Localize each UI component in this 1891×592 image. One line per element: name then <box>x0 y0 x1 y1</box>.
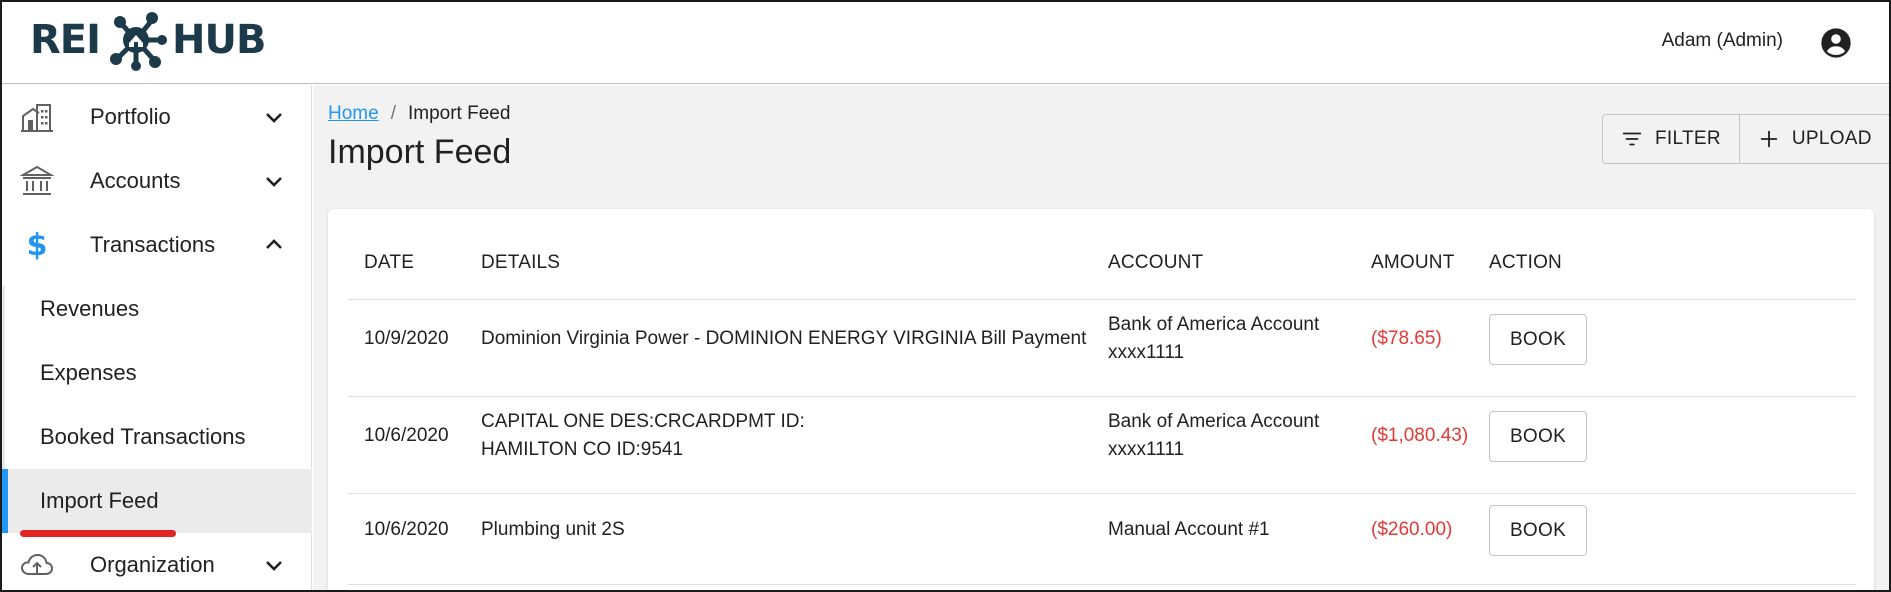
filter-button[interactable]: FILTER <box>1603 115 1739 163</box>
breadcrumb-separator: / <box>390 103 396 124</box>
book-button[interactable]: BOOK <box>1489 314 1587 365</box>
sidebar-subitem-import-feed[interactable]: Import Feed <box>2 469 312 533</box>
cell-details-line2: HAMILTON CO ID:9541 <box>481 439 684 460</box>
cell-date: 10/6/2020 <box>364 425 449 446</box>
cell-amount: ($260.00) <box>1371 519 1453 540</box>
top-bar: REI HUB Adam (Admin) <box>2 2 1889 84</box>
breadcrumb-current: Import Feed <box>407 103 511 124</box>
account-circle-icon[interactable] <box>1820 27 1852 59</box>
chevron-down-icon <box>266 177 282 187</box>
upload-button[interactable]: UPLOAD <box>1738 115 1889 163</box>
column-header-amount[interactable]: AMOUNT <box>1371 252 1455 274</box>
logo-text-left: REI <box>30 17 101 63</box>
sidebar-item-transactions[interactable]: $ Transactions <box>2 213 312 277</box>
toolbar-button-group: FILTER UPLOAD <box>1602 114 1889 164</box>
cell-date: 10/9/2020 <box>364 328 449 349</box>
sidebar-item-accounts[interactable]: Accounts <box>2 149 312 213</box>
filter-button-label: FILTER <box>1655 128 1721 149</box>
bank-icon <box>20 165 54 195</box>
cell-details: CAPITAL ONE DES:CRCARDPMT ID: <box>481 411 805 432</box>
column-header-account[interactable]: ACCOUNT <box>1108 252 1203 274</box>
sidebar-item-organization[interactable]: Organization <box>2 533 312 590</box>
network-house-icon <box>110 12 168 71</box>
user-name[interactable]: Adam (Admin) <box>1662 30 1783 52</box>
row-divider <box>348 584 1856 585</box>
app-frame: REI HUB Adam (Admin) Portfolio Accounts … <box>0 0 1891 592</box>
sidebar-item-label: Organization <box>90 552 215 577</box>
plus-icon <box>1760 130 1778 148</box>
sidebar-subitem-booked-transactions[interactable]: Booked Transactions <box>2 405 312 469</box>
svg-text:$: $ <box>27 228 48 262</box>
logo[interactable]: REI HUB <box>30 8 266 72</box>
cell-account: Bank of America Account <box>1108 314 1320 335</box>
row-divider <box>348 299 1856 300</box>
dollar-icon: $ <box>27 228 48 262</box>
row-divider <box>348 493 1856 494</box>
sidebar: Portfolio Accounts $ Transactions Revenu… <box>2 85 312 590</box>
cell-account-number: xxxx1111 <box>1108 439 1185 460</box>
page-title: Import Feed <box>328 133 512 171</box>
sidebar-subitem-label: Import Feed <box>40 488 159 513</box>
import-feed-table: DATE DETAILS ACCOUNT AMOUNT ACTION 10/9/… <box>328 209 1874 590</box>
sidebar-subitem-label: Revenues <box>40 296 140 321</box>
book-button[interactable]: BOOK <box>1489 505 1587 556</box>
column-header-action: ACTION <box>1489 252 1562 273</box>
cell-amount: ($78.65) <box>1371 328 1442 349</box>
sidebar-subitem-label: Booked Transactions <box>40 424 246 449</box>
sidebar-item-label: Transactions <box>90 232 216 257</box>
sidebar-item-label: Portfolio <box>90 104 171 129</box>
main-content: Home / Import Feed Import Feed FILTER UP… <box>313 85 1889 590</box>
column-header-details[interactable]: DETAILS <box>481 252 560 274</box>
building-icon <box>21 104 53 132</box>
sidebar-subitem-revenues[interactable]: Revenues <box>2 277 312 341</box>
cell-account-number: xxxx1111 <box>1108 342 1185 363</box>
book-button[interactable]: BOOK <box>1489 411 1587 462</box>
filter-icon <box>1622 132 1642 146</box>
cell-account: Bank of America Account <box>1108 411 1320 432</box>
sidebar-subitem-expenses[interactable]: Expenses <box>2 341 312 405</box>
sidebar-item-portfolio[interactable]: Portfolio <box>2 85 312 149</box>
chevron-down-icon <box>266 113 282 123</box>
cell-account: Manual Account #1 <box>1108 519 1270 540</box>
cell-amount: ($1,080.43) <box>1371 425 1469 446</box>
cell-details: Plumbing unit 2S <box>481 519 625 540</box>
row-divider <box>348 396 1856 397</box>
column-header-date[interactable]: DATE <box>364 252 414 274</box>
sidebar-subitem-label: Expenses <box>40 360 137 385</box>
cell-date: 10/6/2020 <box>364 519 449 540</box>
logo-text-right: HUB <box>172 17 266 63</box>
breadcrumb: Home / Import Feed <box>328 103 510 125</box>
chevron-down-icon <box>266 561 282 571</box>
breadcrumb-home-link[interactable]: Home <box>328 103 379 125</box>
chevron-up-icon <box>266 239 282 249</box>
upload-button-label: UPLOAD <box>1791 128 1872 149</box>
sidebar-item-label: Accounts <box>90 168 181 193</box>
cloud-upload-icon <box>20 553 54 575</box>
cell-details: Dominion Virginia Power - DOMINION ENERG… <box>481 328 1087 349</box>
